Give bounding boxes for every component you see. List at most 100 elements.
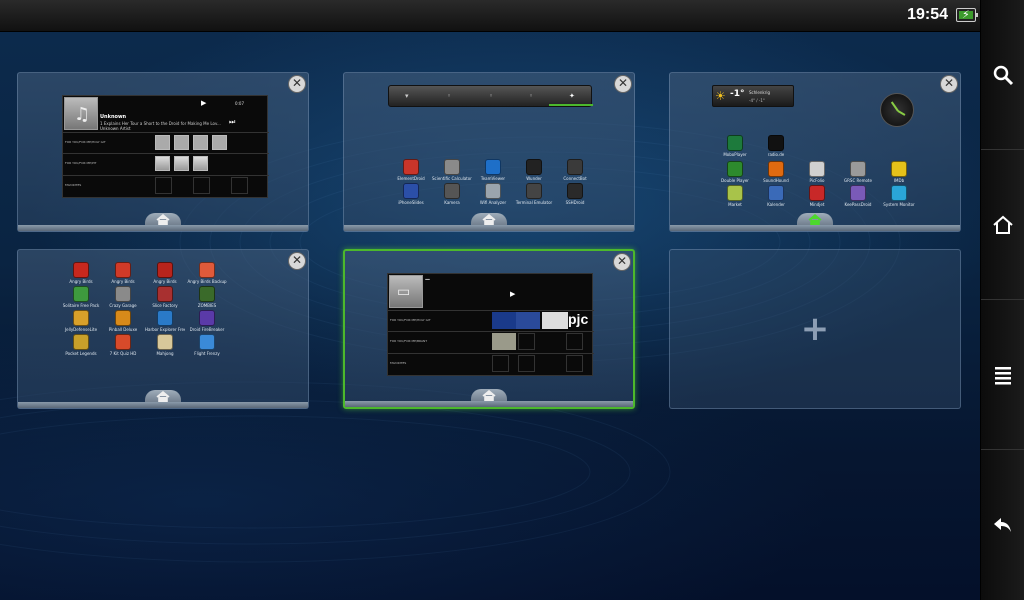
wifi-toggle-icon[interactable]: ▾ — [405, 92, 409, 100]
app-icon — [73, 262, 89, 278]
app-label: KeePassDroid — [844, 202, 872, 207]
playlist-label: FOR YOU/FOR ME/BRANT — [390, 339, 428, 343]
home-screen-5[interactable]: ▭ — ▶ FOR YOU/FOR ME/HOLY GIT pjc FOR YO… — [343, 249, 635, 409]
analog-clock-widget[interactable] — [880, 93, 914, 127]
playlist-row[interactable]: FAVORITES — [63, 175, 269, 195]
app-shortcut[interactable]: IMDb — [880, 161, 918, 183]
home-screen-4[interactable]: Angry Birds Angry Birds Angry Birds Angry B… — [17, 249, 309, 409]
app-shortcut[interactable]: System Monitor — [880, 185, 918, 207]
app-label: Mahjong — [156, 351, 174, 356]
home-screen-1[interactable]: ♫ ▶ 0:07 Unknown 1 Explains Her Tour a S… — [17, 72, 309, 232]
app-shortcut[interactable]: Pinball Deluxe — [104, 310, 142, 332]
menu-button[interactable] — [981, 300, 1024, 450]
close-screen-button[interactable]: ✕ — [613, 253, 631, 271]
app-shortcut[interactable]: Terminal Emulator — [515, 183, 553, 205]
app-shortcut[interactable]: Harbor Explorer Free — [145, 310, 185, 332]
power-control-widget[interactable]: ▾ ◦ ◦ ◦ ✦ — [388, 85, 593, 107]
app-shortcut[interactable]: Slice Factory — [146, 286, 184, 308]
plus-icon: + — [800, 309, 830, 349]
app-shortcut[interactable]: Pocket Legends — [62, 334, 100, 356]
music-note-icon: ♫ — [74, 104, 91, 125]
music-widget[interactable]: ♫ ▶ 0:07 Unknown 1 Explains Her Tour a S… — [62, 95, 269, 198]
app-shortcut[interactable]: Angry Birds Backup — [187, 262, 227, 284]
playlist-row[interactable]: FOR YOU/FOR ME/PIT — [63, 153, 269, 173]
playlist-row[interactable]: FOR YOU/FOR ME/HOLY GIT pjc — [388, 310, 594, 330]
app-shortcut[interactable]: Angry Birds — [62, 262, 100, 284]
app-shortcut[interactable]: Wifi Analyzer — [474, 183, 512, 205]
brightness-toggle-icon[interactable]: ✦ — [569, 92, 575, 100]
playlist-label: FOR YOU/FOR ME/HOLY GIT — [65, 140, 106, 144]
play-icon[interactable]: ▶ — [510, 290, 515, 298]
app-icon — [157, 334, 173, 350]
app-shortcut[interactable]: Kamera — [433, 183, 471, 205]
close-screen-button[interactable]: ✕ — [940, 75, 958, 93]
app-shortcut[interactable]: Solitaire Free Pack — [62, 286, 100, 308]
playlist-row[interactable]: FOR YOU/FOR ME/BRANT — [388, 331, 594, 351]
back-icon — [994, 518, 1011, 532]
music-widget[interactable]: ▭ — ▶ FOR YOU/FOR ME/HOLY GIT pjc FOR YO… — [387, 273, 594, 376]
app-shortcut[interactable]: ConnectBot — [556, 159, 594, 181]
app-shortcut[interactable]: Angry Birds — [104, 262, 142, 284]
app-shortcut[interactable]: Angry Birds — [146, 262, 184, 284]
app-shortcut[interactable]: SSHDroid — [556, 183, 594, 205]
close-screen-button[interactable]: ✕ — [288, 75, 306, 93]
track-title: — — [425, 277, 430, 283]
app-shortcut[interactable]: 7 Kit Quiz HD — [104, 334, 142, 356]
playlist-row[interactable]: FAVORITES — [388, 353, 594, 373]
app-shortcut[interactable]: Market — [716, 185, 754, 207]
app-shortcut[interactable]: iPhoneSlides — [392, 183, 430, 205]
app-shortcut[interactable]: Crazy Garage — [104, 286, 142, 308]
app-label: TeamViewer — [480, 176, 506, 181]
app-shortcut[interactable]: JellyDefenseLite — [62, 310, 100, 332]
clock: 19:54 — [907, 6, 948, 23]
cd-icon — [193, 135, 208, 150]
app-shortcut[interactable]: Double Player — [716, 161, 754, 183]
app-shortcut[interactable]: Droid FireBreaker — [188, 310, 226, 332]
app-shortcut[interactable]: PicFolio — [798, 161, 836, 183]
close-screen-button[interactable]: ✕ — [614, 75, 632, 93]
search-button[interactable] — [981, 0, 1024, 150]
weather-city: Schlenkrig — [749, 90, 770, 95]
home-button[interactable] — [981, 150, 1024, 300]
app-icon — [199, 286, 215, 302]
app-shortcut[interactable]: Scientific Calculator II — [432, 159, 472, 181]
sync-toggle-icon[interactable]: ◦ — [529, 92, 533, 100]
empty-slot — [566, 333, 583, 350]
add-screen-button[interactable]: + — [669, 249, 961, 409]
note-thumb-icon — [155, 156, 170, 171]
app-shortcut[interactable]: Mindjet — [798, 185, 836, 207]
gps-toggle-icon[interactable]: ◦ — [489, 92, 493, 100]
app-icon — [567, 159, 583, 175]
app-shortcut[interactable]: GRSC Remote — [839, 161, 877, 183]
app-icon — [444, 159, 460, 175]
app-shortcut[interactable]: KeePassDroid — [839, 185, 877, 207]
app-shortcut[interactable]: ZOMBIES — [188, 286, 226, 308]
app-shortcut[interactable]: Flight Frenzy — [188, 334, 226, 356]
app-icon — [115, 286, 131, 302]
search-icon — [993, 65, 1014, 85]
weather-widget[interactable]: ☀ -1° Schlenkrig -4° / -1° — [712, 85, 794, 107]
app-shortcut[interactable]: MoboPlayer — [716, 135, 754, 157]
app-label: Kamera — [444, 200, 460, 205]
app-icon — [891, 161, 907, 177]
app-shortcut[interactable]: radio.de — [757, 135, 795, 157]
app-shortcut[interactable]: Wunder — [515, 159, 553, 181]
playlist-row[interactable]: FOR YOU/FOR ME/HOLY GIT — [63, 132, 269, 152]
back-button[interactable] — [981, 450, 1024, 600]
play-icon[interactable]: ▶ — [201, 99, 206, 107]
app-shortcut[interactable]: ElementDroid — [392, 159, 430, 181]
home-screen-2[interactable]: ▾ ◦ ◦ ◦ ✦ ElementDroid Scientific Calcula… — [343, 72, 635, 232]
skip-icon[interactable]: ⏭ — [229, 118, 235, 127]
app-label: Wifi Analyzer — [479, 200, 507, 205]
app-label: IMDb — [893, 178, 905, 183]
app-icon — [485, 159, 501, 175]
app-shortcut[interactable]: SoundHound — [757, 161, 795, 183]
home-screen-3[interactable]: ☀ -1° Schlenkrig -4° / -1° MoboPlayer rad… — [669, 72, 961, 232]
empty-slot — [193, 177, 210, 194]
close-screen-button[interactable]: ✕ — [288, 252, 306, 270]
weather-sun-icon: ☀ — [715, 89, 726, 103]
bluetooth-toggle-icon[interactable]: ◦ — [447, 92, 451, 100]
app-shortcut[interactable]: Mahjong — [146, 334, 184, 356]
app-shortcut[interactable]: Kalender — [757, 185, 795, 207]
app-shortcut[interactable]: TeamViewer — [474, 159, 512, 181]
